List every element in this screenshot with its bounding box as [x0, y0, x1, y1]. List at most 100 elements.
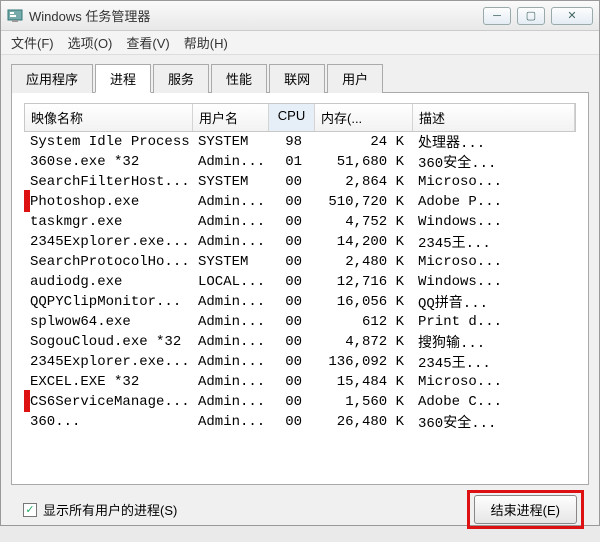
cell-cpu: 00 — [268, 334, 314, 350]
cell-desc: QQ拼音... — [412, 292, 576, 312]
cell-user: Admin... — [192, 294, 268, 310]
cell-user: Admin... — [192, 374, 268, 390]
cell-cpu: 00 — [268, 254, 314, 270]
menu-file[interactable]: 文件(F) — [11, 33, 54, 52]
tab-users[interactable]: 用户 — [327, 64, 383, 93]
cell-desc: 360安全... — [412, 412, 576, 432]
cell-name: Photoshop.exe — [24, 194, 192, 210]
cell-desc: Microso... — [412, 254, 576, 270]
table-row[interactable]: 2345Explorer.exe...Admin...0014,200 K234… — [24, 232, 576, 252]
cell-cpu: 00 — [268, 414, 314, 430]
cell-user: Admin... — [192, 394, 268, 410]
cell-desc: 处理器... — [412, 132, 576, 152]
cell-cpu: 00 — [268, 374, 314, 390]
table-row[interactable]: SearchProtocolHo...SYSTEM002,480 KMicros… — [24, 252, 576, 272]
window-controls: ─ ▢ ✕ — [483, 7, 593, 25]
cell-name: 2345Explorer.exe... — [24, 234, 192, 250]
cell-desc: Adobe C... — [412, 394, 576, 410]
end-process-button[interactable]: 结束进程(E) — [474, 495, 577, 524]
minimize-button[interactable]: ─ — [483, 7, 511, 25]
window-title: Windows 任务管理器 — [29, 6, 483, 25]
cell-user: LOCAL... — [192, 274, 268, 290]
cell-name: SearchFilterHost... — [24, 174, 192, 190]
table-row[interactable]: SogouCloud.exe *32Admin...004,872 K搜狗输..… — [24, 332, 576, 352]
cell-desc: Microso... — [412, 174, 576, 190]
cell-cpu: 00 — [268, 294, 314, 310]
cell-name: 2345Explorer.exe... — [24, 354, 192, 370]
col-memory[interactable]: 内存(... — [315, 104, 413, 131]
table-row[interactable]: taskmgr.exeAdmin...004,752 KWindows... — [24, 212, 576, 232]
table-row[interactable]: audiodg.exeLOCAL...0012,716 KWindows... — [24, 272, 576, 292]
cell-user: Admin... — [192, 214, 268, 230]
col-cpu[interactable]: CPU — [269, 104, 315, 131]
cell-user: Admin... — [192, 334, 268, 350]
titlebar[interactable]: Windows 任务管理器 ─ ▢ ✕ — [1, 1, 599, 31]
table-row[interactable]: SearchFilterHost...SYSTEM002,864 KMicros… — [24, 172, 576, 192]
cell-name: taskmgr.exe — [24, 214, 192, 230]
table-row[interactable]: 360...Admin...0026,480 K360安全... — [24, 412, 576, 432]
cell-desc: 2345王... — [412, 232, 576, 252]
cell-mem: 510,720 K — [314, 194, 412, 210]
tab-applications[interactable]: 应用程序 — [11, 64, 93, 93]
table-row[interactable]: 360se.exe *32Admin...0151,680 K360安全... — [24, 152, 576, 172]
cell-desc: Windows... — [412, 274, 576, 290]
cell-name: splwow64.exe — [24, 314, 192, 330]
cell-mem: 15,484 K — [314, 374, 412, 390]
cell-mem: 51,680 K — [314, 154, 412, 170]
tab-networking[interactable]: 联网 — [269, 64, 325, 93]
cell-name: QQPYClipMonitor... — [24, 294, 192, 310]
cell-name: SearchProtocolHo... — [24, 254, 192, 270]
table-row[interactable]: QQPYClipMonitor...Admin...0016,056 KQQ拼音… — [24, 292, 576, 312]
footer: ✓ 显示所有用户的进程(S) 结束进程(E) — [11, 485, 589, 534]
content-area: 应用程序 进程 服务 性能 联网 用户 映像名称 用户名 CPU 内存(... … — [1, 55, 599, 542]
col-description[interactable]: 描述 — [413, 104, 575, 131]
cell-mem: 4,752 K — [314, 214, 412, 230]
cell-user: Admin... — [192, 314, 268, 330]
tab-services[interactable]: 服务 — [153, 64, 209, 93]
cell-mem: 26,480 K — [314, 414, 412, 430]
table-body: System Idle ProcessSYSTEM9824 K处理器...360… — [24, 132, 576, 432]
cell-name: 360se.exe *32 — [24, 154, 192, 170]
maximize-button[interactable]: ▢ — [517, 7, 545, 25]
menu-view[interactable]: 查看(V) — [126, 33, 169, 52]
cell-user: Admin... — [192, 194, 268, 210]
cell-user: SYSTEM — [192, 254, 268, 270]
cell-desc: 2345王... — [412, 352, 576, 372]
menu-help[interactable]: 帮助(H) — [184, 33, 228, 52]
tab-performance[interactable]: 性能 — [211, 64, 267, 93]
tab-strip: 应用程序 进程 服务 性能 联网 用户 — [11, 63, 589, 93]
tab-processes[interactable]: 进程 — [95, 64, 151, 93]
cell-cpu: 00 — [268, 194, 314, 210]
table-row[interactable]: splwow64.exeAdmin...00612 KPrint d... — [24, 312, 576, 332]
table-row[interactable]: 2345Explorer.exe...Admin...00136,092 K23… — [24, 352, 576, 372]
cell-desc: 360安全... — [412, 152, 576, 172]
cell-user: Admin... — [192, 154, 268, 170]
cell-mem: 24 K — [314, 134, 412, 150]
menu-options[interactable]: 选项(O) — [68, 33, 113, 52]
cell-name: SogouCloud.exe *32 — [24, 334, 192, 350]
table-row[interactable]: System Idle ProcessSYSTEM9824 K处理器... — [24, 132, 576, 152]
cell-desc: Microso... — [412, 374, 576, 390]
cell-cpu: 00 — [268, 274, 314, 290]
cell-mem: 136,092 K — [314, 354, 412, 370]
cell-name: EXCEL.EXE *32 — [24, 374, 192, 390]
cell-name: 360... — [24, 414, 192, 430]
checkbox-icon: ✓ — [23, 503, 37, 517]
col-image-name[interactable]: 映像名称 — [25, 104, 193, 131]
cell-mem: 14,200 K — [314, 234, 412, 250]
cell-name: CS6ServiceManage... — [24, 394, 192, 410]
process-table: 映像名称 用户名 CPU 内存(... 描述 System Idle Proce… — [11, 93, 589, 485]
table-row[interactable]: Photoshop.exeAdmin...00510,720 KAdobe P.… — [24, 192, 576, 212]
table-row[interactable]: EXCEL.EXE *32Admin...0015,484 KMicroso..… — [24, 372, 576, 392]
show-all-users-label: 显示所有用户的进程(S) — [43, 500, 177, 519]
table-row[interactable]: CS6ServiceManage...Admin...001,560 KAdob… — [24, 392, 576, 412]
cell-name: audiodg.exe — [24, 274, 192, 290]
cell-cpu: 00 — [268, 354, 314, 370]
show-all-users-checkbox[interactable]: ✓ 显示所有用户的进程(S) — [23, 500, 177, 519]
cell-cpu: 00 — [268, 174, 314, 190]
cell-user: Admin... — [192, 414, 268, 430]
cell-mem: 4,872 K — [314, 334, 412, 350]
close-button[interactable]: ✕ — [551, 7, 593, 25]
cell-mem: 2,480 K — [314, 254, 412, 270]
col-user[interactable]: 用户名 — [193, 104, 269, 131]
